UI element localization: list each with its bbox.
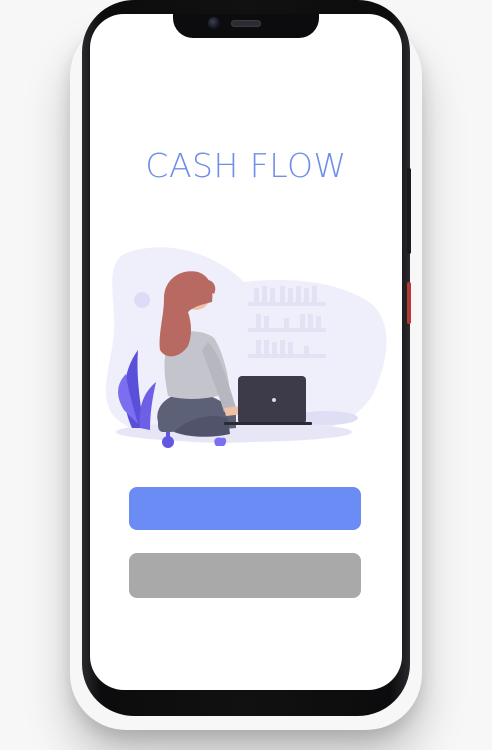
front-camera-icon [208,17,220,29]
side-accent-button [407,282,411,324]
phone-screen: CASH FLOW [90,14,402,690]
primary-button[interactable] [129,487,361,530]
secondary-button[interactable] [129,553,361,598]
earpiece-speaker [231,20,261,27]
app-title: CASH FLOW [145,146,347,185]
power-button [407,168,411,254]
notch [173,14,319,38]
woman-laptop-illustration [105,247,387,448]
stage: CASH FLOW [0,0,492,750]
